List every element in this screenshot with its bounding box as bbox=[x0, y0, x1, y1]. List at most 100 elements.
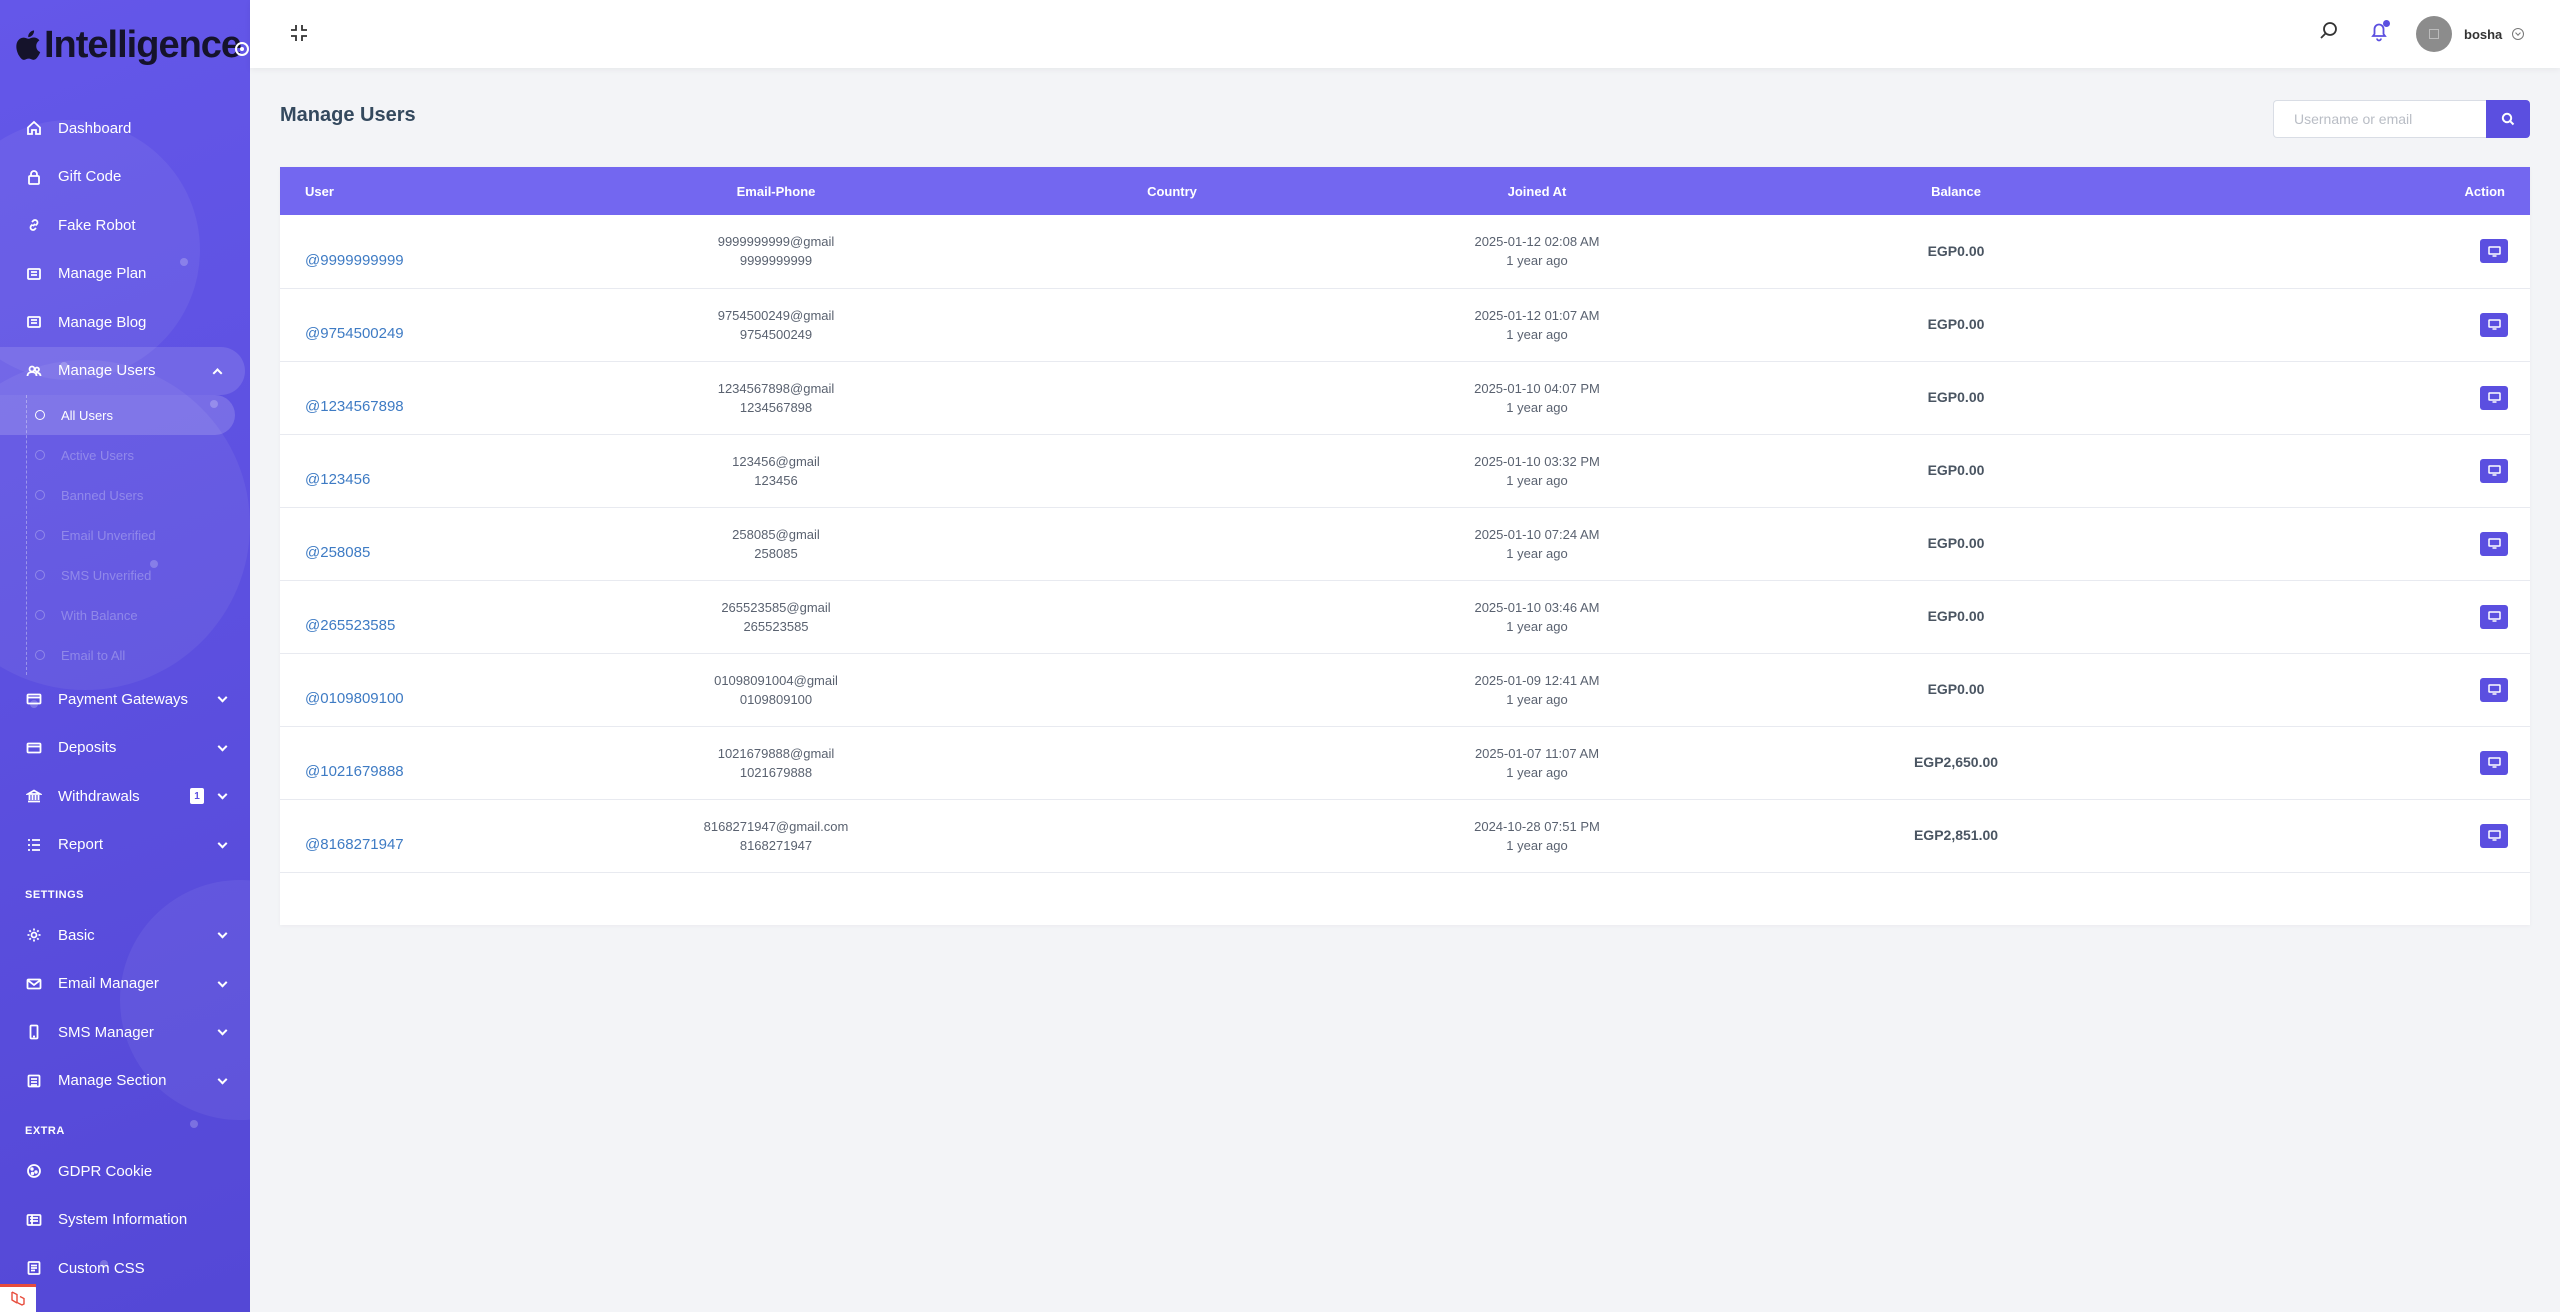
sidebar-subitem-with-balance[interactable]: With Balance bbox=[0, 595, 250, 635]
chevron-down-icon bbox=[217, 838, 228, 849]
user-cell: @8168271947 bbox=[280, 799, 580, 872]
user-cell: @1234567898 bbox=[280, 361, 580, 434]
desktop-icon bbox=[2487, 465, 2501, 476]
sidebar-subitem-sms-unverified[interactable]: SMS Unverified bbox=[0, 555, 250, 595]
user-phone: 1021679888 bbox=[739, 764, 813, 780]
table-row: @1021679888 1021679888@gmail 1021679888 202… bbox=[280, 726, 2530, 799]
country-cell bbox=[972, 215, 1372, 288]
country-cell bbox=[972, 507, 1372, 580]
sidebar-item-payment-gateways[interactable]: Payment Gateways bbox=[0, 675, 250, 724]
user-phone: 9999999999 bbox=[739, 253, 813, 269]
brand-logo[interactable]: Intelligence bbox=[12, 20, 249, 70]
sidebar-item-label: SMS Manager bbox=[58, 1023, 154, 1041]
sidebar-subitem-banned-users[interactable]: Banned Users bbox=[0, 475, 250, 515]
user-details-button[interactable] bbox=[2480, 531, 2508, 556]
notification-bell-icon[interactable] bbox=[2368, 20, 2390, 42]
sidebar-item-manage-plan[interactable]: Manage Plan bbox=[0, 250, 250, 299]
user-cell: @9999999999 bbox=[280, 215, 580, 288]
user-details-button[interactable] bbox=[2480, 458, 2508, 483]
sidebar-item-gdpr-cookie[interactable]: GDPR Cookie bbox=[0, 1147, 250, 1196]
sidebar-item-manage-section[interactable]: Manage Section bbox=[0, 1057, 250, 1106]
email-phone-cell: 265523585@gmail 265523585 bbox=[580, 580, 972, 653]
mobile-icon bbox=[26, 1024, 42, 1040]
sidebar-subitem-email-to-all[interactable]: Email to All bbox=[0, 635, 250, 675]
user-menu[interactable]: bosha bbox=[2416, 16, 2525, 52]
sidebar-item-custom-css[interactable]: Custom CSS bbox=[0, 1244, 250, 1293]
country-cell bbox=[972, 361, 1372, 434]
joined-cell: 2025-01-07 11:07 AM 1 year ago bbox=[1372, 726, 1702, 799]
sidebar-item-sms-manager[interactable]: SMS Manager bbox=[0, 1008, 250, 1057]
user-link[interactable]: @9999999999 bbox=[305, 252, 404, 269]
user-email: 8168271947@gmail.com bbox=[703, 818, 849, 834]
user-cell: @123456 bbox=[280, 434, 580, 507]
sidebar-item-gift-code[interactable]: Gift Code bbox=[0, 153, 250, 202]
users-icon bbox=[26, 363, 42, 379]
sidebar-item-deposits[interactable]: Deposits bbox=[0, 724, 250, 773]
joined-relative: 1 year ago bbox=[1506, 326, 1568, 342]
sidebar-item-dashboard[interactable]: Dashboard bbox=[0, 104, 250, 153]
gear-icon bbox=[26, 927, 42, 943]
joined-cell: 2025-01-12 01:07 AM 1 year ago bbox=[1372, 288, 1702, 361]
user-details-button[interactable] bbox=[2480, 312, 2508, 337]
joined-cell: 2025-01-10 04:07 PM 1 year ago bbox=[1372, 361, 1702, 434]
chevron-down-icon bbox=[217, 741, 228, 752]
user-link[interactable]: @1021679888 bbox=[305, 763, 404, 780]
desktop-icon bbox=[2487, 538, 2501, 549]
sidebar-subitem-all-users[interactable]: All Users bbox=[0, 395, 235, 435]
user-cell: @9754500249 bbox=[280, 288, 580, 361]
user-link[interactable]: @0109809100 bbox=[305, 690, 404, 707]
user-link[interactable]: @258085 bbox=[305, 544, 370, 561]
users-submenu: All Users Active Users Banned Users Emai… bbox=[0, 395, 250, 675]
chevron-down-icon bbox=[217, 789, 228, 800]
list-icon bbox=[26, 837, 42, 853]
sidebar-item-manage-blog[interactable]: Manage Blog bbox=[0, 298, 250, 347]
sidebar-item-withdrawals[interactable]: Withdrawals 1 bbox=[0, 772, 250, 821]
sidebar-item-email-manager[interactable]: Email Manager bbox=[0, 960, 250, 1009]
joined-cell: 2025-01-09 12:41 AM 1 year ago bbox=[1372, 653, 1702, 726]
link-icon bbox=[26, 217, 42, 233]
settings-section-label: SETTINGS bbox=[25, 889, 85, 901]
user-link[interactable]: @1234567898 bbox=[305, 398, 404, 415]
user-details-button[interactable] bbox=[2480, 604, 2508, 629]
user-phone: 123456 bbox=[754, 472, 798, 488]
username: bosha bbox=[2464, 26, 2503, 42]
laravel-icon[interactable] bbox=[0, 1284, 36, 1312]
user-link[interactable]: @123456 bbox=[305, 471, 370, 488]
user-cell: @258085 bbox=[280, 507, 580, 580]
user-phone: 0109809100 bbox=[739, 691, 813, 707]
user-search-form bbox=[2273, 100, 2530, 138]
sidebar-item-basic[interactable]: Basic bbox=[0, 911, 250, 960]
user-details-button[interactable] bbox=[2480, 823, 2508, 848]
user-details-button[interactable] bbox=[2480, 239, 2508, 264]
home-icon bbox=[26, 120, 42, 136]
user-link[interactable]: @8168271947 bbox=[305, 836, 404, 853]
balance-cell: EGP0.00 bbox=[1927, 608, 1985, 624]
desktop-icon bbox=[2487, 392, 2501, 403]
sidebar-item-report[interactable]: Report bbox=[0, 821, 250, 870]
search-icon[interactable] bbox=[2318, 20, 2340, 42]
search-button[interactable] bbox=[2486, 100, 2530, 138]
sidebar-subitem-email-unverified[interactable]: Email Unverified bbox=[0, 515, 250, 555]
collapse-sidebar-icon[interactable] bbox=[288, 22, 310, 44]
joined-relative: 1 year ago bbox=[1506, 764, 1568, 780]
credit-card-icon bbox=[26, 691, 42, 707]
user-link[interactable]: @265523585 bbox=[305, 617, 395, 634]
sidebar-subitem-active-users[interactable]: Active Users bbox=[0, 435, 250, 475]
submenu-label: Email to All bbox=[61, 647, 126, 663]
user-cell: @0109809100 bbox=[280, 653, 580, 726]
column-header-joined-at: Joined At bbox=[1507, 183, 1567, 199]
sidebar-item-fake-robot[interactable]: Fake Robot bbox=[0, 201, 250, 250]
user-details-button[interactable] bbox=[2480, 385, 2508, 410]
sidebar-item-system-information[interactable]: System Information bbox=[0, 1196, 250, 1245]
sidebar-item-label: Manage Blog bbox=[58, 313, 147, 331]
search-icon bbox=[2501, 112, 2515, 126]
user-details-button[interactable] bbox=[2480, 677, 2508, 702]
search-input[interactable] bbox=[2273, 100, 2486, 138]
withdrawals-count-badge: 1 bbox=[190, 788, 204, 805]
column-header-action: Action bbox=[2464, 183, 2505, 199]
email-phone-cell: 8168271947@gmail.com 8168271947 bbox=[580, 799, 972, 872]
user-link[interactable]: @9754500249 bbox=[305, 325, 404, 342]
sidebar-item-manage-users[interactable]: Manage Users bbox=[0, 346, 245, 395]
joined-relative: 1 year ago bbox=[1506, 253, 1568, 269]
user-details-button[interactable] bbox=[2480, 750, 2508, 775]
